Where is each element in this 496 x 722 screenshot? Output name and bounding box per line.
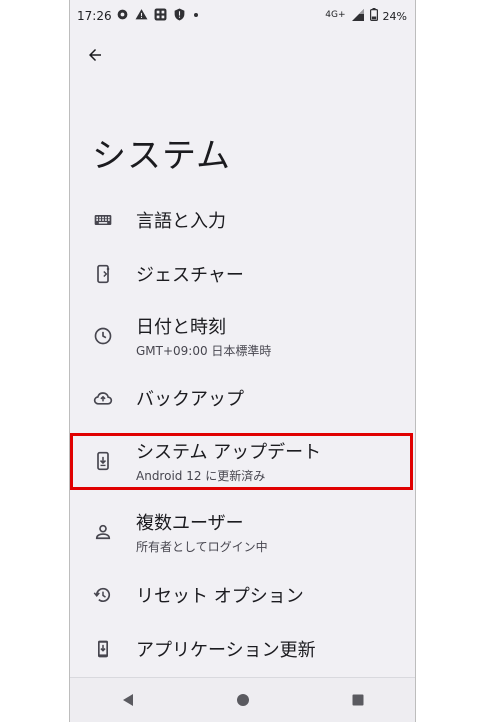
shield-alert-icon (173, 8, 186, 21)
item-title: アプリケーション更新 (136, 640, 316, 661)
list-item-multiple-users[interactable]: 複数ユーザー 所有者としてログイン中 (70, 510, 415, 554)
list-item-system-update[interactable]: システム アップデート Android 12 に更新済み (70, 439, 415, 483)
item-subtitle: 所有者としてログイン中 (136, 540, 268, 554)
item-subtitle: Android 12 に更新済み (136, 469, 266, 483)
gesture-phone-icon (92, 263, 114, 285)
back-button[interactable] (82, 42, 108, 68)
list-item-language-input[interactable]: 言語と入力 (70, 205, 415, 235)
status-time: 17:26 (77, 9, 112, 23)
list-item-gestures[interactable]: ジェスチャー (70, 259, 415, 289)
signal-icon (351, 8, 365, 24)
list-item-app-updates[interactable]: アプリケーション更新 (70, 634, 415, 664)
item-subtitle: GMT+09:00 日本標準時 (136, 344, 272, 358)
keyboard-icon (92, 209, 114, 231)
phone-screen: 17:26 4G+ 24% システム 言語と入力 ジェスチャー 日付と時刻 GM… (69, 0, 416, 722)
list-item-backup[interactable]: バックアップ (70, 383, 415, 413)
navigation-bar (70, 677, 415, 722)
nav-home-button[interactable] (223, 680, 263, 720)
app-update-icon (92, 638, 114, 660)
list-item-date-time[interactable]: 日付と時刻 GMT+09:00 日本標準時 (70, 314, 415, 358)
item-title: 言語と入力 (136, 211, 226, 232)
item-title: ジェスチャー (136, 265, 244, 286)
system-update-icon (92, 450, 114, 472)
battery-level: 24% (382, 9, 407, 23)
nav-recents-button[interactable] (338, 680, 378, 720)
history-icon (92, 584, 114, 606)
list-item-reset-options[interactable]: リセット オプション (70, 580, 415, 610)
notification-icons (116, 8, 200, 21)
battery-icon (369, 8, 378, 24)
person-icon (92, 521, 114, 543)
item-title: 日付と時刻 (136, 317, 226, 338)
page-title: システム (92, 136, 231, 176)
dot-icon (192, 8, 200, 21)
triangle-back-icon (122, 694, 133, 706)
settings-gear-icon (116, 8, 129, 21)
app-grid-icon (154, 8, 167, 21)
item-title: システム アップデート (136, 442, 322, 463)
item-title: 複数ユーザー (136, 513, 244, 534)
cloud-upload-icon (92, 387, 114, 409)
square-recents-icon (352, 694, 363, 706)
network-type: 4G+ (325, 10, 346, 20)
item-title: バックアップ (136, 389, 244, 410)
clock-icon (92, 325, 114, 347)
nav-back-button[interactable] (108, 680, 148, 720)
status-right: 4G+ 24% (325, 8, 407, 24)
item-title: リセット オプション (136, 586, 304, 607)
warning-icon (135, 8, 148, 21)
arrow-back-icon (89, 49, 101, 61)
circle-home-icon (236, 694, 249, 706)
status-bar: 17:26 4G+ 24% (70, 0, 415, 34)
